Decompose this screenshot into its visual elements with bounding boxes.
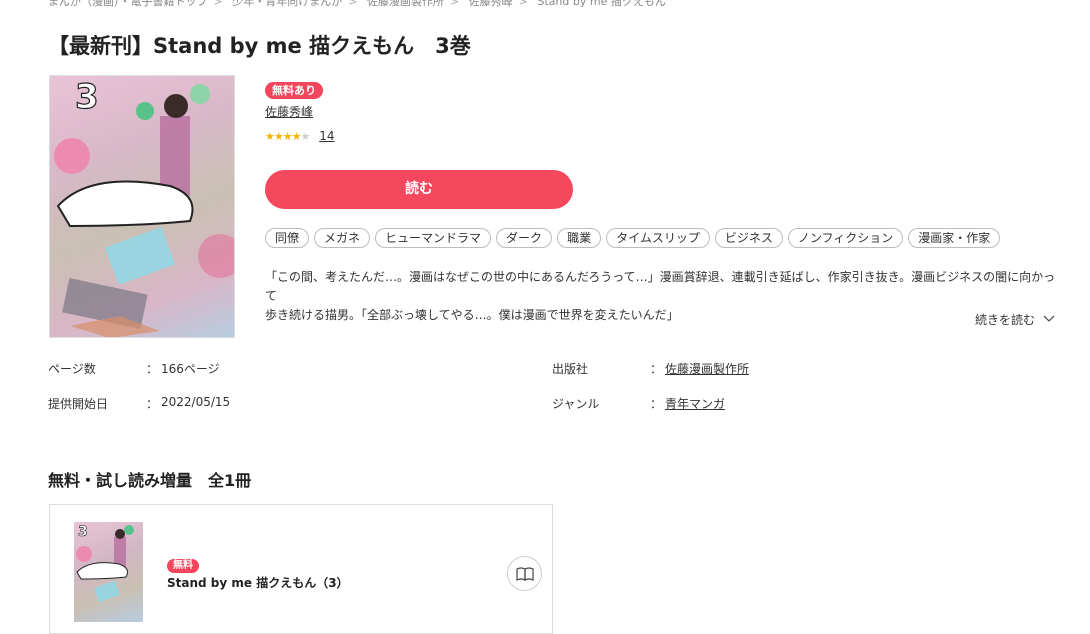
author-link[interactable]: 佐藤秀峰 <box>265 103 313 120</box>
read-more-label: 続きを読む <box>975 313 1036 327</box>
read-button[interactable]: 読む <box>265 170 573 209</box>
breadcrumb-separator: > <box>518 0 528 8</box>
thumbnail-art: 3 <box>76 524 134 603</box>
preview-read-button[interactable] <box>507 556 542 591</box>
rating: ★★★★★ 14 <box>265 129 334 143</box>
breadcrumb-item-publisher[interactable]: 佐藤漫画製作所 <box>367 0 444 8</box>
description-line: 歩き続ける描男。「全部ぶっ壊してやる…。僕は漫画で世界を変えたいんだ」 <box>265 308 679 322</box>
breadcrumb-separator: > <box>449 0 460 8</box>
genre-link[interactable]: 青年マンガ <box>665 395 725 412</box>
free-item-badge: 無料 <box>167 553 199 573</box>
meta-colon: ： <box>650 362 663 376</box>
tag-item[interactable]: タイムスリップ <box>606 228 710 248</box>
tag-item[interactable]: 職業 <box>557 228 602 248</box>
pages-label: ページ数 <box>48 362 96 376</box>
page-title: 【最新刊】Stand by me 描クえもん 3巻 <box>48 34 471 58</box>
star-filled-icon: ★ <box>265 130 275 143</box>
breadcrumb-item-author[interactable]: 佐藤秀峰 <box>469 0 513 8</box>
meta-colon: ： <box>146 362 159 376</box>
read-more-button[interactable]: 続きを読む <box>975 311 1055 328</box>
free-badge-label: 無料あり <box>265 82 323 99</box>
chevron-down-icon <box>1043 315 1055 322</box>
breadcrumb-separator: > <box>348 0 358 8</box>
publisher-label: 出版社 <box>552 362 589 376</box>
review-count-link[interactable]: 14 <box>319 129 334 143</box>
open-book-icon <box>515 566 534 581</box>
book-cover-image[interactable]: 3 <box>49 75 235 338</box>
tag-item[interactable]: ヒューマンドラマ <box>375 228 492 248</box>
start-date-label: 提供開始日 <box>48 397 109 411</box>
volume-thumbnail[interactable]: 3 <box>74 522 143 622</box>
tag-item[interactable]: メガネ <box>314 228 371 248</box>
thumbnail-volume-number: 3 <box>78 524 88 540</box>
breadcrumb-item-home[interactable]: まんが（漫画）・電子書籍トップ <box>48 0 208 8</box>
cover-volume-number: 3 <box>75 77 99 117</box>
tag-item[interactable]: 漫画家・作家 <box>908 228 1001 248</box>
tag-item[interactable]: ビジネス <box>714 228 783 248</box>
breadcrumb-item-category[interactable]: 少年・青年向けまんが <box>232 0 342 8</box>
meta-colon: ： <box>650 397 663 411</box>
description-line: 「この間、考えたんだ…。漫画はなぜこの世の中にあるんだろうって…」漫画賞辞退、連… <box>265 270 1056 303</box>
breadcrumb-separator: > <box>213 0 223 8</box>
free-item-title[interactable]: Stand by me 描クえもん（3） <box>167 574 349 591</box>
star-empty-icon: ★ <box>300 130 311 143</box>
pages-value: 166ページ <box>161 362 220 376</box>
tag-item[interactable]: ダーク <box>496 228 553 248</box>
free-item-badge-label: 無料 <box>167 559 199 573</box>
free-section-title: 無料・試し読み増量 全1冊 <box>48 471 252 490</box>
meta-colon: ： <box>146 397 159 411</box>
tag-item[interactable]: ノンフィクション <box>787 228 904 248</box>
star-filled-icon: ★ <box>273 130 284 143</box>
cover-art: 3 <box>54 76 234 337</box>
star-filled-icon: ★ <box>282 130 293 143</box>
publisher-link[interactable]: 佐藤漫画製作所 <box>665 360 749 377</box>
genre-label: ジャンル <box>552 397 600 411</box>
start-date-value: 2022/05/15 <box>161 395 231 409</box>
breadcrumb-item-current: Stand by me 描クえもん <box>537 0 666 8</box>
description: 「この間、考えたんだ…。漫画はなぜこの世の中にあるんだろうって…」漫画賞辞退、連… <box>265 268 1065 325</box>
free-available-badge: 無料あり <box>265 79 323 99</box>
tag-list: 同僚 メガネ ヒューマンドラマ ダーク 職業 タイムスリップ ビジネス ノンフィクション 漫画家… <box>265 227 1025 248</box>
star-filled-icon: ★ <box>291 130 302 143</box>
tag-item[interactable]: 同僚 <box>265 228 310 248</box>
breadcrumb: まんが（漫画）・電子書籍トップ > 少年・青年向けまんが > 佐藤漫画製作所 > 佐藤… <box>48 0 672 9</box>
